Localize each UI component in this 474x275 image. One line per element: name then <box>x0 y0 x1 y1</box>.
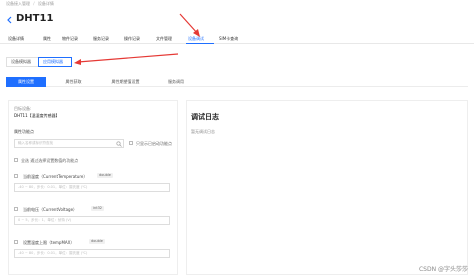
tab-service-records[interactable]: 服务记录 <box>93 36 109 42</box>
tab-sim-query[interactable]: SIM卡查询 <box>219 36 238 42</box>
tab-property-get[interactable]: 属性获取 <box>51 77 96 87</box>
tab-property-desired-set[interactable]: 属性期望值设置 <box>98 77 153 87</box>
tab-operation-records[interactable]: 操作记录 <box>124 36 140 42</box>
search-icon[interactable] <box>116 141 122 147</box>
breadcrumb-separator: / <box>33 1 35 6</box>
tab-properties[interactable]: 属性 <box>43 36 51 42</box>
prop-hint: 0 ~ 5，步长：1，单位：伏特 (V) <box>18 218 72 222</box>
annotation-arrow-icon <box>74 53 179 65</box>
tab-file-management[interactable]: 文件管理 <box>156 36 172 42</box>
prop-checkbox-current-temperature[interactable] <box>14 174 18 178</box>
tab-app-simulator[interactable]: 应用模拟器 <box>38 57 72 67</box>
search-placeholder: 输入名称或标识符查找 <box>18 141 53 145</box>
target-device-value: DHT11【温湿度传感器】 <box>14 113 60 118</box>
prop-type-current-temperature: double <box>97 173 113 178</box>
debug-log-empty-text: 暂无调试日志 <box>191 129 215 134</box>
debug-log-panel: 调试日志 暂无调试日志 <box>186 100 468 275</box>
page-title: DHT11 <box>16 13 54 24</box>
only-show-enabled-checkbox[interactable] <box>129 141 133 145</box>
prop-hint: -40 ~ 80，步长：0.01，单位：摄氏度 (℃) <box>18 185 88 189</box>
back-arrow-icon[interactable] <box>6 16 12 24</box>
tab-property-set[interactable]: 属性设置 <box>6 77 46 87</box>
tab-service-invoke[interactable]: 服务调用 <box>156 77 196 87</box>
main-tab-bar: 设备详情 属性 物件记录 服务记录 操作记录 文件管理 设备调试 SIM卡查询 <box>0 33 474 44</box>
select-all-label: 全选 通过选择设置数值的功能点 <box>21 158 79 163</box>
property-set-panel: 目标设备: DHT11【温湿度传感器】 属性功能点 输入名称或标识符查找 只显示… <box>8 100 178 275</box>
property-label: 属性功能点 <box>14 129 34 134</box>
tab-device-debug[interactable]: 设备调试 <box>188 36 204 42</box>
prop-input-temp-max[interactable]: -40 ~ 80，步长：0.01，单位：摄氏度 (℃) <box>14 249 170 258</box>
prop-input-current-voltage[interactable]: 0 ~ 5，步长：1，单位：伏特 (V) <box>14 216 170 225</box>
only-show-enabled-label: 只显示已启动功能点 <box>136 141 172 146</box>
prop-type-temp-max: double <box>89 239 105 244</box>
prop-type-current-voltage: int32 <box>91 206 105 211</box>
select-all-checkbox[interactable] <box>14 158 18 162</box>
property-search-input[interactable]: 输入名称或标识符查找 <box>14 139 124 148</box>
breadcrumb-item-device-mgmt[interactable]: 设备接入管理 <box>6 1 30 6</box>
breadcrumb: 设备接入管理 / 设备详情 <box>6 1 54 7</box>
watermark: CSDN @字头莎莎 <box>418 266 468 273</box>
tab-device-simulator[interactable]: 设备模拟器 <box>6 57 39 67</box>
tab-event-records[interactable]: 物件记录 <box>62 36 78 42</box>
target-device-label: 目标设备: <box>14 106 32 111</box>
prop-name-current-voltage: 当前电压（CurrentVoltage） <box>23 207 78 212</box>
prop-input-current-temperature[interactable]: -40 ~ 80，步长：0.01，单位：摄氏度 (℃) <box>14 183 170 192</box>
function-tabs: 属性设置 属性获取 属性期望值设置 服务调用 <box>6 77 468 87</box>
prop-hint: -40 ~ 80，步长：0.01，单位：摄氏度 (℃) <box>18 251 88 255</box>
prop-name-current-temperature: 当前温度（CurrentTemperature） <box>23 174 88 179</box>
prop-checkbox-temp-max[interactable] <box>14 240 18 244</box>
prop-checkbox-current-voltage[interactable] <box>14 207 18 211</box>
debug-log-title: 调试日志 <box>191 113 219 121</box>
tab-device-detail[interactable]: 设备详情 <box>8 36 24 42</box>
prop-name-temp-max: 设置温度上限（tempMAX） <box>23 240 75 245</box>
breadcrumb-item-device-detail: 设备详情 <box>37 1 54 6</box>
active-tab-indicator <box>186 43 214 44</box>
